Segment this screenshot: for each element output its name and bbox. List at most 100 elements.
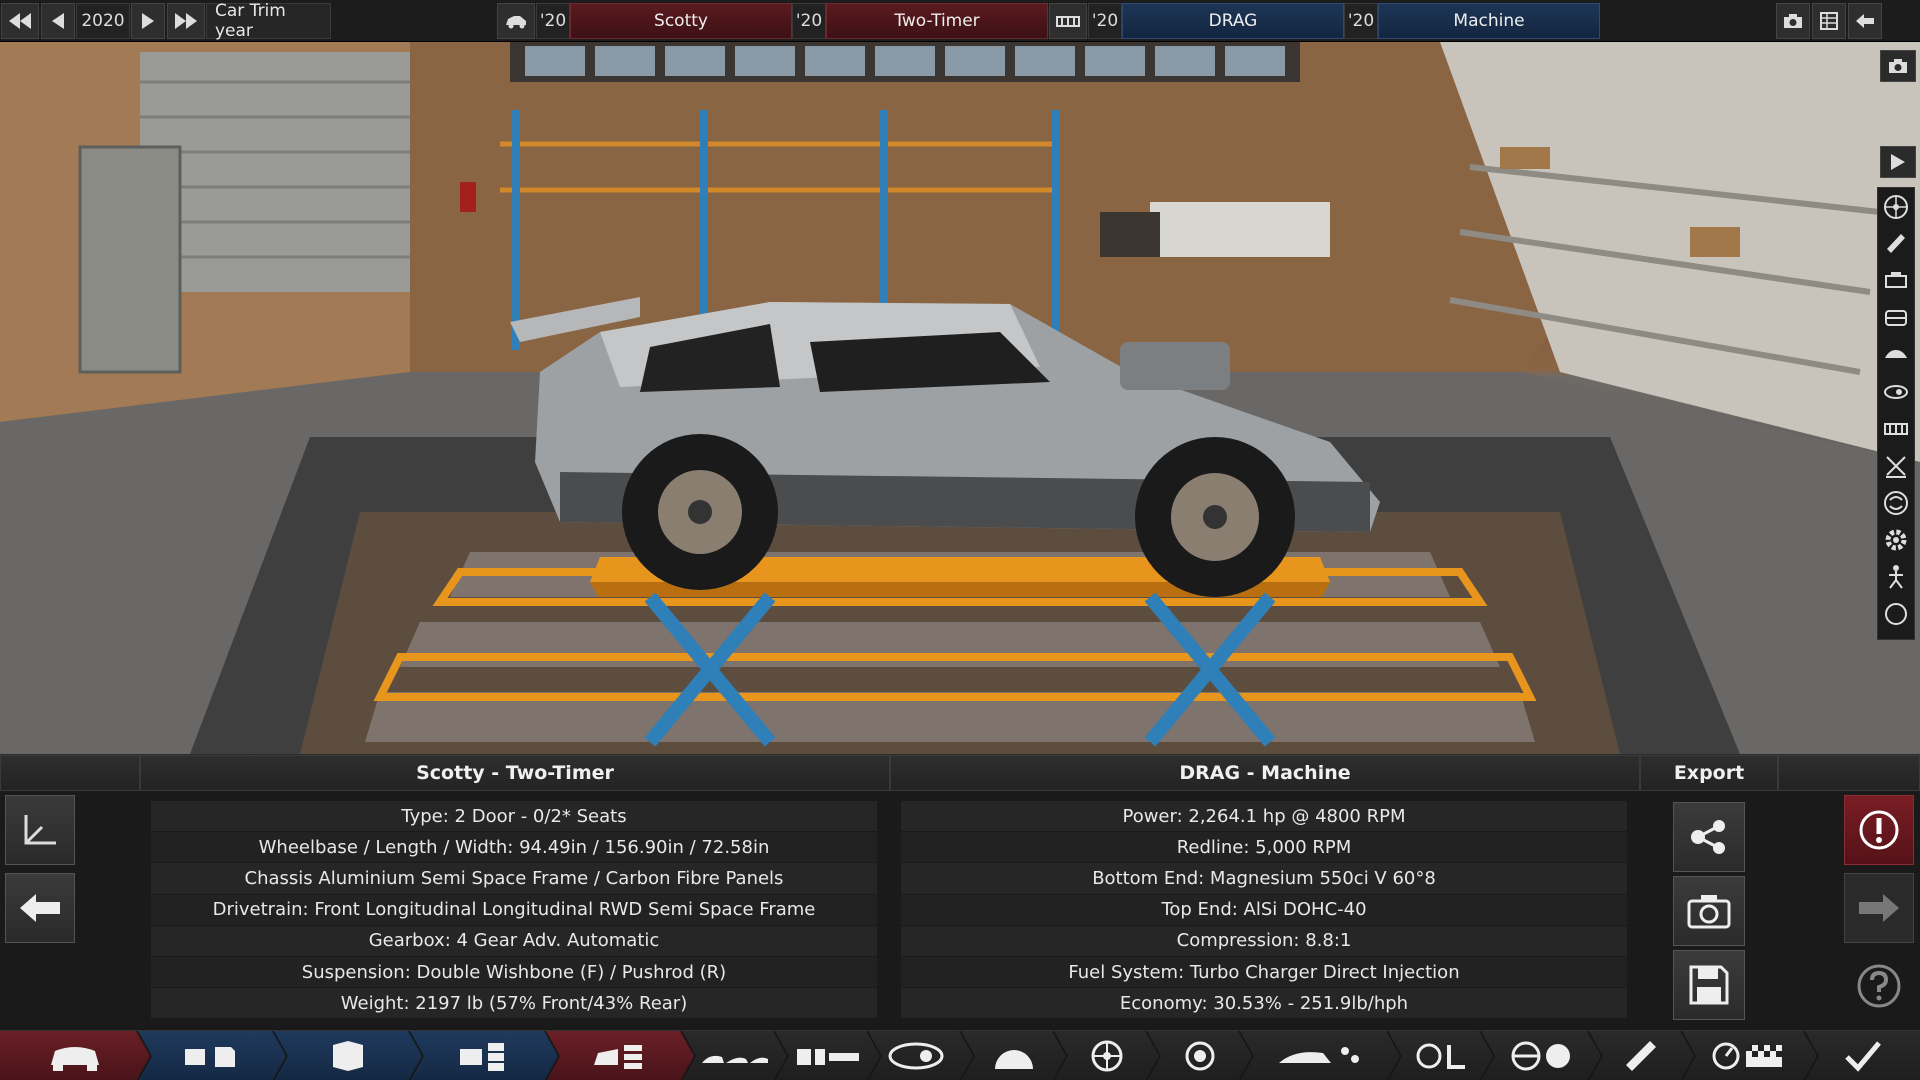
wheel-icon: [1884, 194, 1908, 219]
car-spec-type: Type: 2 Door - 0/2* Seats: [151, 801, 877, 833]
rb-paint-button[interactable]: [1878, 225, 1914, 262]
right-arrow-icon: [142, 12, 154, 29]
garage-scene: [0, 42, 1920, 754]
brake-disc-icon: [1180, 1039, 1220, 1073]
camera-icon: [1889, 59, 1907, 73]
car-spec-chassis: Chassis Aluminium Semi Space Frame / Car…: [151, 863, 877, 895]
car-aero-icon: [1275, 1039, 1365, 1073]
nav-tab-wheels[interactable]: [1054, 1031, 1159, 1080]
rb-lift-button[interactable]: [1878, 447, 1914, 484]
rb-tire-button[interactable]: [1878, 373, 1914, 410]
nav-tab-engine-family[interactable]: [138, 1031, 286, 1080]
model-year: '20: [536, 2, 570, 39]
warning-button[interactable]: [1844, 795, 1914, 865]
engine-variant-selector[interactable]: Machine: [1378, 2, 1600, 39]
rb-circle-button[interactable]: [1878, 595, 1914, 632]
nav-tab-engine-parts[interactable]: [410, 1031, 558, 1080]
export-photo-button[interactable]: [1673, 876, 1745, 946]
back-exit-button[interactable]: [1848, 2, 1882, 39]
rb-driver-button[interactable]: [1878, 558, 1914, 595]
nav-tab-brakes[interactable]: [1147, 1031, 1252, 1080]
engine-spec-fuel-system: Fuel System: Turbo Charger Direct Inject…: [901, 956, 1627, 989]
drivetrain-icon: [886, 1039, 956, 1073]
rewind-year-button[interactable]: [1, 2, 39, 39]
engine-panel-title: DRAG - Machine: [890, 755, 1640, 791]
double-right-arrow-icon: [175, 12, 197, 29]
nav-tab-safety[interactable]: [1481, 1031, 1601, 1080]
rb-turntable-button[interactable]: [1878, 484, 1914, 521]
nav-tab-aero[interactable]: [1240, 1031, 1400, 1080]
engine-spec-list: Power: 2,264.1 hp @ 4800 RPM Redline: 5,…: [901, 801, 1627, 1020]
car-spec-list: Type: 2 Door - 0/2* Seats Wheelbase / Le…: [151, 801, 877, 1020]
expand-toolbar-button[interactable]: [1880, 146, 1916, 178]
engine-icon: [1885, 271, 1907, 288]
wheel-seat-icon: [1411, 1039, 1471, 1073]
left-header-blank: [0, 755, 140, 791]
rb-wheel-button[interactable]: [1878, 188, 1914, 225]
back-button[interactable]: [5, 873, 75, 943]
rb-interior-button[interactable]: [1878, 299, 1914, 336]
screenshot-button[interactable]: [1880, 50, 1916, 82]
seat-icon: [1885, 309, 1907, 326]
export-panel-title: Export: [1640, 755, 1778, 791]
floppy-disk-icon: [1689, 965, 1729, 1005]
double-left-arrow-icon: [9, 12, 31, 29]
nav-tab-interior[interactable]: [1388, 1031, 1493, 1080]
rb-settings-button[interactable]: [1878, 521, 1914, 558]
trim-name-selector[interactable]: Two-Timer: [826, 2, 1048, 39]
rb-grille-button[interactable]: [1878, 410, 1914, 447]
rb-engine-button[interactable]: [1878, 262, 1914, 299]
car-silhouette-icon: [1885, 349, 1907, 358]
engine-icon-button[interactable]: [1049, 2, 1087, 39]
paint-brush-icon: [1622, 1039, 1662, 1073]
right-toolbar: [1877, 187, 1915, 640]
camera-icon: [1784, 13, 1802, 28]
car-spec-gearbox: Gearbox: 4 Gear Adv. Automatic: [151, 925, 877, 957]
model-name-selector[interactable]: Scotty: [570, 2, 792, 39]
car-spec-drivetrain: Drivetrain: Front Longitudinal Longitudi…: [151, 894, 877, 926]
next-button[interactable]: [1844, 873, 1914, 943]
exclamation-icon: [1859, 810, 1899, 850]
nav-tab-chassis[interactable]: [775, 1031, 880, 1080]
axes-view-button[interactable]: [5, 795, 75, 865]
year-value[interactable]: 2020: [76, 2, 130, 39]
export-save-button[interactable]: [1673, 950, 1745, 1020]
car-parts-icon: [590, 1039, 650, 1073]
half-gear-icon: [989, 1039, 1039, 1073]
right-header-blank: [1778, 755, 1920, 791]
nav-tab-engine-block[interactable]: [274, 1031, 422, 1080]
nav-tab-suspension[interactable]: [961, 1031, 1066, 1080]
nav-tab-paint[interactable]: [1589, 1031, 1694, 1080]
share-nodes-icon: [1691, 820, 1725, 854]
circle-icon: [1885, 602, 1907, 625]
person-icon: [1889, 564, 1903, 589]
engine-family-selector[interactable]: DRAG: [1122, 2, 1344, 39]
car-spec-weight: Weight: 2197 lb (57% Front/43% Rear): [151, 988, 877, 1020]
engine-document-icon: [177, 1039, 247, 1073]
export-share-button[interactable]: [1673, 802, 1745, 872]
wheel-icon: [1087, 1039, 1127, 1073]
nav-tab-trim[interactable]: [546, 1031, 694, 1080]
nav-tab-car-model[interactable]: [0, 1031, 150, 1080]
play-arrow-icon: [1891, 154, 1905, 170]
engine-variant-year: '20: [1344, 2, 1378, 39]
lift-icon: [1886, 455, 1906, 478]
car-model-icon-button[interactable]: [497, 2, 535, 39]
engine-spec-economy: Economy: 30.53% - 251.9lb/hph: [901, 988, 1627, 1020]
nav-tab-testing[interactable]: [1682, 1031, 1817, 1080]
garage-viewport[interactable]: [0, 42, 1920, 754]
nav-tab-finish[interactable]: [1805, 1031, 1920, 1080]
nav-tab-body-style[interactable]: [682, 1031, 787, 1080]
nav-tab-drivetrain[interactable]: [868, 1031, 973, 1080]
forward-year-button[interactable]: [167, 2, 205, 39]
left-arrow-icon: [20, 894, 60, 922]
photo-button[interactable]: [1776, 2, 1810, 39]
tire-icon: [1884, 384, 1908, 399]
rb-body-button[interactable]: [1878, 336, 1914, 373]
next-year-button[interactable]: [131, 2, 165, 39]
prev-year-button[interactable]: [41, 2, 75, 39]
help-button[interactable]: [1844, 951, 1914, 1021]
stats-button[interactable]: [1812, 2, 1846, 39]
engine-block-icon: [1056, 15, 1080, 27]
axes-icon: [24, 815, 56, 845]
